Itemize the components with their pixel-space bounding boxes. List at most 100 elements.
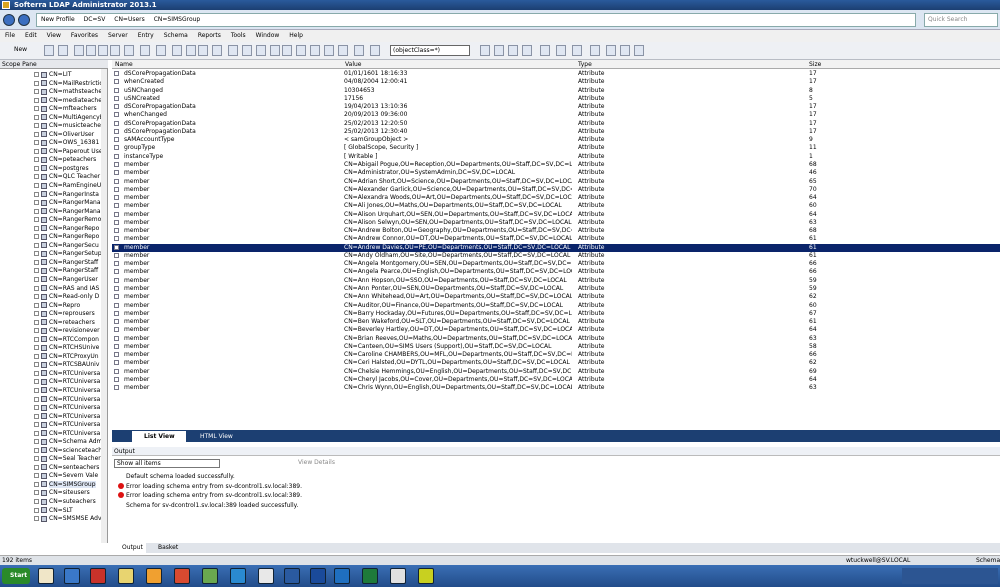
table-row[interactable]: member CN=Caroline CHAMBERS,OU=MFL,OU=Dep… xyxy=(112,351,1000,359)
output-filter-select[interactable]: Show all items xyxy=(114,459,220,468)
scope-tree-item[interactable]: CN=musicteacher xyxy=(34,122,103,131)
taskbar-app-icon[interactable] xyxy=(90,568,106,584)
table-row[interactable]: member CN=Chris Wynn,OU=English,OU=Depart… xyxy=(112,384,1000,392)
table-row[interactable]: member CN=Beverley Hartley,OU=DT,OU=Depar… xyxy=(112,326,1000,334)
taskbar-app-icon[interactable] xyxy=(334,568,350,584)
column-value[interactable]: Value xyxy=(342,60,361,69)
table-row[interactable]: instanceType [ Writable ] Attribute 1 xyxy=(112,153,1000,161)
table-row[interactable]: member CN=Chelsie Hemmings,OU=English,OU=… xyxy=(112,368,1000,376)
expand-icon[interactable] xyxy=(34,157,39,163)
expand-icon[interactable] xyxy=(34,387,39,393)
scope-tree-item[interactable]: CN=RangerMana xyxy=(34,208,101,217)
table-row[interactable]: member CN=Barry Hockaday,OU=Futures,OU=De… xyxy=(112,310,1000,318)
table-row[interactable]: uSNCreated 17156 Attribute 5 xyxy=(112,95,1000,103)
expand-icon[interactable] xyxy=(34,174,39,180)
scope-tree-item[interactable]: CN=RTCUniversa xyxy=(34,404,100,413)
menu-window[interactable]: Window xyxy=(251,30,285,42)
table-row[interactable]: member CN=Administrator,OU=SystemAdmin,DC… xyxy=(112,169,1000,177)
taskbar-app-icon[interactable] xyxy=(418,568,434,584)
scope-tree-item[interactable]: CN=RangerRepo xyxy=(34,225,99,234)
expand-icon[interactable] xyxy=(34,345,39,351)
toolbar-icon[interactable] xyxy=(310,45,320,56)
scope-tree-item[interactable]: CN=scienceteach xyxy=(34,447,102,456)
expand-icon[interactable] xyxy=(34,285,39,291)
taskbar-app-icon[interactable] xyxy=(310,568,326,584)
expand-icon[interactable] xyxy=(34,225,39,231)
tab-output[interactable]: Output xyxy=(112,543,146,553)
table-row[interactable]: member CN=Andrew Bolton,OU=Geography,OU=D… xyxy=(112,227,1000,235)
quick-search-input[interactable]: Quick Search xyxy=(924,13,998,27)
column-size[interactable]: Size xyxy=(806,60,821,69)
table-row[interactable]: member CN=Canteen,OU=SIMS Users (Support)… xyxy=(112,343,1000,351)
toolbar-icon[interactable] xyxy=(228,45,238,56)
toolbar-icon[interactable] xyxy=(212,45,222,56)
scope-tree-item[interactable]: CN=Severn Vale xyxy=(34,472,98,481)
scope-tree-item[interactable]: CN=reteachers xyxy=(34,319,95,328)
table-row[interactable]: dSCorePropagationData 25/02/2013 12:20:50… xyxy=(112,120,1000,128)
taskbar-app-icon[interactable] xyxy=(258,568,274,584)
scope-tree-item[interactable]: CN=mathsteache xyxy=(34,88,102,97)
menu-edit[interactable]: Edit xyxy=(20,30,42,42)
expand-icon[interactable] xyxy=(34,311,39,317)
toolbar-icon[interactable] xyxy=(282,45,292,56)
toolbar-icon[interactable] xyxy=(270,45,280,56)
scope-tree-item[interactable]: CN=MultiAgencyE xyxy=(34,114,103,123)
tab-basket[interactable]: Basket xyxy=(148,543,178,553)
table-row[interactable]: member CN=Angela Pearce,OU=English,OU=Dep… xyxy=(112,268,1000,276)
expand-icon[interactable] xyxy=(34,114,39,120)
toolbar-icon[interactable] xyxy=(354,45,364,56)
expand-icon[interactable] xyxy=(34,405,39,411)
toolbar-icon[interactable] xyxy=(242,45,252,56)
scope-tree-item[interactable]: CN=RTCUniversa xyxy=(34,387,100,396)
expand-icon[interactable] xyxy=(34,148,39,154)
menu-tools[interactable]: Tools xyxy=(226,30,251,42)
scope-tree-item[interactable]: CN=RangerRemo xyxy=(34,216,101,225)
scope-tree-item[interactable]: CN=RangerSetup xyxy=(34,250,102,259)
table-row[interactable]: groupType [ GlobalScope, Security ] Attrib… xyxy=(112,144,1000,152)
table-row[interactable]: sAMAccountType < samGroupObject > Attribut… xyxy=(112,136,1000,144)
toolbar-icon[interactable] xyxy=(140,45,150,56)
expand-icon[interactable] xyxy=(34,242,39,248)
expand-icon[interactable] xyxy=(34,456,39,462)
toolbar-icon[interactable] xyxy=(198,45,208,56)
expand-icon[interactable] xyxy=(34,319,39,325)
taskbar-app-icon[interactable] xyxy=(118,568,134,584)
scope-tree-item[interactable]: CN=RTCUniversa xyxy=(34,396,100,405)
toolbar-icon[interactable] xyxy=(556,45,566,56)
expand-icon[interactable] xyxy=(34,516,39,522)
taskbar-app-icon[interactable] xyxy=(64,568,80,584)
view-details-button[interactable]: View Details xyxy=(298,459,335,466)
scope-tree-item[interactable]: CN=OliverUser xyxy=(34,131,94,140)
taskbar-app-icon[interactable] xyxy=(202,568,218,584)
table-row[interactable]: member CN=Alexandra Woods,OU=Art,OU=Depar… xyxy=(112,194,1000,202)
expand-icon[interactable] xyxy=(34,131,39,137)
expand-icon[interactable] xyxy=(34,97,39,103)
toolbar-icon[interactable] xyxy=(124,45,134,56)
expand-icon[interactable] xyxy=(34,208,39,214)
breadcrumb-item[interactable]: DC=SV xyxy=(84,16,106,23)
toolbar-icon[interactable] xyxy=(540,45,550,56)
scope-tree-item[interactable]: CN=Repro xyxy=(34,302,80,311)
breadcrumb[interactable]: New Profile DC=SV CN=Users CN=SIMSGroup xyxy=(36,13,916,27)
start-button[interactable]: Start xyxy=(2,568,30,584)
scope-tree-item[interactable]: CN=RangerSecu xyxy=(34,242,99,251)
expand-icon[interactable] xyxy=(34,481,39,487)
scope-tree-item[interactable]: CN=RTCUniversa xyxy=(34,378,100,387)
new-button[interactable]: New xyxy=(4,45,30,56)
expand-icon[interactable] xyxy=(34,191,39,197)
expand-icon[interactable] xyxy=(34,473,39,479)
table-row[interactable]: member CN=Ann Ponter,OU=SEN,OU=Department… xyxy=(112,285,1000,293)
scope-tree-item[interactable]: CN=Read-only D xyxy=(34,293,99,302)
scope-tree-item[interactable]: CN=reprousers xyxy=(34,310,95,319)
scope-tree-item[interactable]: CN=RangerStaff xyxy=(34,259,98,268)
expand-icon[interactable] xyxy=(34,268,39,274)
taskbar-app-icon[interactable] xyxy=(284,568,300,584)
table-row[interactable]: member CN=Alison Selwyn,OU=SEN,OU=Departm… xyxy=(112,219,1000,227)
scope-tree-item[interactable]: CN=Paperout Use xyxy=(34,148,103,157)
scope-tree-item[interactable]: CN=SMSMSE Adv xyxy=(34,515,102,524)
table-row[interactable]: member CN=Andrew Davies,OU=PE,OU=Departme… xyxy=(112,243,1000,252)
scope-tree-item[interactable]: CN=RangerStaff xyxy=(34,267,98,276)
toolbar-icon[interactable] xyxy=(572,45,582,56)
scope-tree-item[interactable]: CN=Seal Teacher xyxy=(34,455,101,464)
table-row[interactable]: member CN=Alison Urquhart,OU=SEN,OU=Depar… xyxy=(112,211,1000,219)
